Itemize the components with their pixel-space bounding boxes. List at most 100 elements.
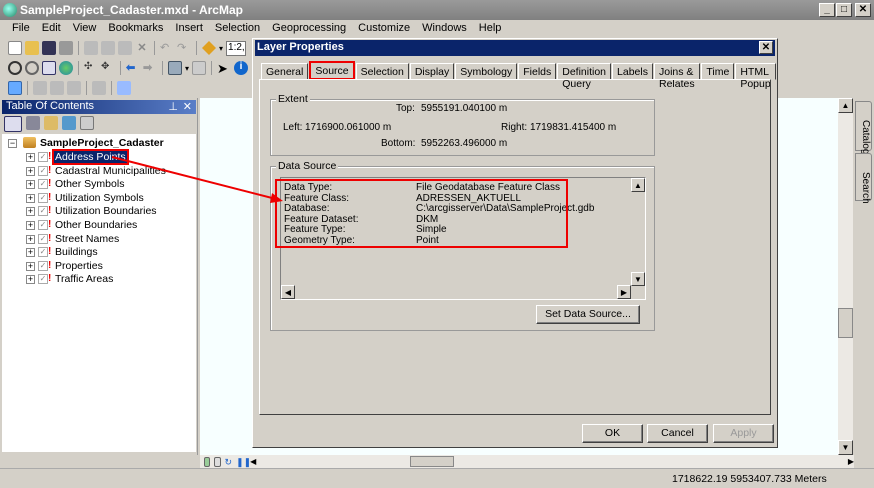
list-by-source-icon[interactable]: [26, 116, 40, 130]
close-window-button[interactable]: ✕: [855, 3, 871, 17]
ok-button[interactable]: OK: [582, 424, 643, 443]
layer-checkbox[interactable]: ✓: [38, 220, 48, 230]
expand-icon[interactable]: +: [26, 193, 35, 203]
cancel-button[interactable]: Cancel: [647, 424, 708, 443]
toc-options-icon[interactable]: [80, 116, 94, 130]
ds-scroll-down[interactable]: ▼: [631, 272, 645, 286]
tab-selection[interactable]: Selection: [355, 63, 409, 80]
zoom-out-icon[interactable]: [25, 61, 39, 75]
scale-input[interactable]: 1:2,: [226, 40, 247, 56]
select-elements-icon[interactable]: ➤: [217, 61, 231, 76]
forward-icon[interactable]: ➡: [143, 61, 157, 75]
scroll-right-icon[interactable]: ▶: [848, 457, 854, 466]
layer-checkbox[interactable]: ✓: [38, 165, 48, 176]
fixed-zoom-out-icon[interactable]: ✥: [101, 61, 115, 75]
data-view-icon[interactable]: [204, 456, 211, 467]
fixed-zoom-in-icon[interactable]: ✣: [84, 61, 98, 75]
table-icon[interactable]: [50, 81, 64, 95]
pan-icon[interactable]: [42, 61, 56, 75]
list-by-drawing-order-icon[interactable]: [4, 116, 22, 132]
refresh-icon[interactable]: ↻: [225, 457, 233, 467]
clear-selection-icon[interactable]: [192, 61, 207, 75]
layer-checkbox[interactable]: ✓: [38, 206, 48, 217]
dialog-close-button[interactable]: ✕: [759, 41, 773, 54]
layer-checkbox[interactable]: ✓: [38, 233, 48, 244]
menu-help[interactable]: Help: [473, 20, 508, 38]
menu-edit[interactable]: Edit: [36, 20, 67, 38]
expand-icon[interactable]: +: [26, 234, 35, 244]
chart-icon[interactable]: [67, 81, 81, 95]
minimize-button[interactable]: _: [819, 3, 835, 17]
zoom-in-icon[interactable]: [8, 61, 22, 75]
scroll-thumb[interactable]: [838, 308, 853, 338]
paste-icon[interactable]: [118, 41, 132, 55]
menu-insert[interactable]: Insert: [169, 20, 209, 38]
scroll-left-icon[interactable]: ◀: [250, 457, 256, 467]
layer-checkbox[interactable]: ✓: [38, 179, 48, 190]
full-extent-icon[interactable]: [59, 61, 73, 75]
ds-scroll-up[interactable]: ▲: [631, 178, 645, 192]
editor-icon[interactable]: [8, 81, 22, 95]
tab-time[interactable]: Time: [701, 63, 735, 80]
tab-symbology[interactable]: Symbology: [455, 63, 518, 80]
menu-bookmarks[interactable]: Bookmarks: [102, 20, 169, 38]
add-data-icon[interactable]: [202, 41, 216, 55]
collapse-icon[interactable]: −: [8, 139, 17, 148]
expand-icon[interactable]: +: [26, 207, 35, 217]
layer-checkbox[interactable]: ✓: [38, 247, 48, 258]
menu-geoprocessing[interactable]: Geoprocessing: [266, 20, 352, 38]
layout-icon[interactable]: [33, 81, 47, 95]
print-icon[interactable]: [59, 41, 73, 55]
maximize-button[interactable]: □: [836, 3, 852, 17]
model-icon[interactable]: [92, 81, 106, 95]
new-doc-icon[interactable]: [8, 41, 22, 55]
save-icon[interactable]: [42, 41, 56, 55]
undo-icon[interactable]: ↶: [160, 41, 174, 55]
back-icon[interactable]: ⬅: [126, 61, 140, 75]
tab-display[interactable]: Display: [409, 63, 455, 80]
tab-labels[interactable]: Labels: [612, 63, 653, 80]
search-tab[interactable]: Search: [855, 153, 872, 204]
pin-icon[interactable]: ⊥: [168, 100, 178, 113]
expand-icon[interactable]: +: [26, 275, 35, 285]
expand-icon[interactable]: +: [26, 180, 35, 190]
open-icon[interactable]: [25, 41, 39, 55]
horizontal-scroll-thumb[interactable]: [410, 456, 454, 467]
set-data-source-button[interactable]: Set Data Source...: [536, 305, 640, 324]
python-icon[interactable]: [117, 81, 131, 95]
menu-view[interactable]: View: [67, 20, 103, 38]
pause-icon[interactable]: ❚❚: [236, 457, 251, 467]
layer-checkbox[interactable]: ✓: [38, 192, 48, 203]
ds-scroll-right[interactable]: ▶: [617, 285, 631, 299]
layer-checkbox[interactable]: ✓: [38, 152, 48, 162]
menu-windows[interactable]: Windows: [416, 20, 473, 38]
tab-fields[interactable]: Fields: [518, 63, 557, 80]
apply-button[interactable]: Apply: [713, 424, 774, 443]
menu-file[interactable]: File: [6, 20, 36, 38]
identify-icon[interactable]: i: [234, 61, 249, 75]
tab-joins-relates[interactable]: Joins & Relates: [653, 63, 701, 90]
list-by-visibility-icon[interactable]: [44, 116, 58, 130]
layer-checkbox[interactable]: ✓: [38, 260, 48, 271]
select-features-icon[interactable]: [168, 61, 182, 75]
cut-icon[interactable]: [84, 41, 98, 55]
toc-close-icon[interactable]: ✕: [183, 100, 192, 113]
tab-source[interactable]: Source: [309, 61, 355, 80]
tab-general[interactable]: General: [261, 63, 309, 80]
tab-html-popup[interactable]: HTML Popup: [735, 63, 776, 90]
delete-icon[interactable]: ✕: [135, 41, 149, 55]
expand-icon[interactable]: +: [26, 248, 35, 258]
tab-definition-query[interactable]: Definition Query: [557, 63, 612, 90]
expand-icon[interactable]: +: [26, 221, 35, 230]
catalog-tab[interactable]: Catalog: [855, 101, 872, 154]
scroll-up-button[interactable]: ▲: [838, 98, 853, 113]
menu-selection[interactable]: Selection: [209, 20, 266, 38]
layout-view-icon[interactable]: [214, 456, 221, 467]
ds-scroll-left[interactable]: ◀: [281, 285, 295, 299]
expand-icon[interactable]: +: [26, 261, 35, 271]
list-by-selection-icon[interactable]: [62, 116, 76, 130]
copy-icon[interactable]: [101, 41, 115, 55]
menu-customize[interactable]: Customize: [352, 20, 416, 38]
redo-icon[interactable]: ↷: [177, 41, 191, 55]
scroll-down-button[interactable]: ▼: [838, 440, 853, 455]
